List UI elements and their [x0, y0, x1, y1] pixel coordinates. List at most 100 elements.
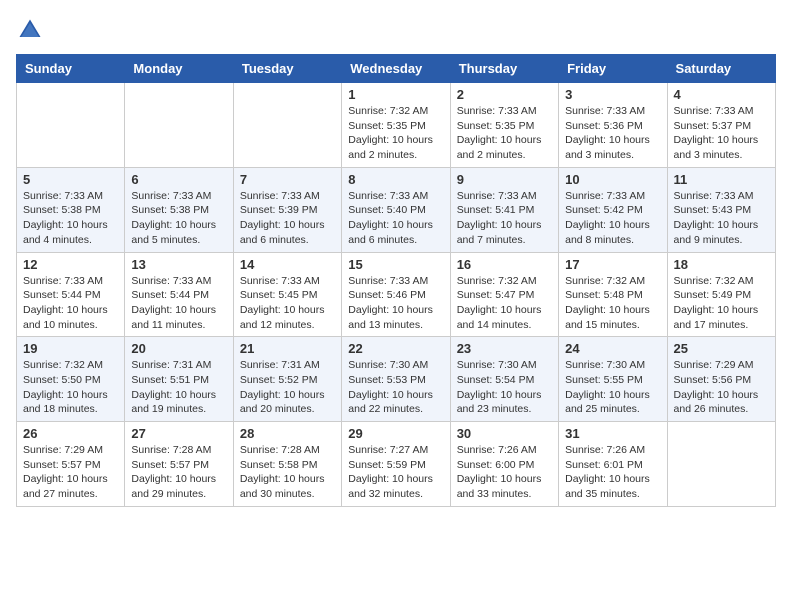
day-info: Sunrise: 7:26 AM Sunset: 6:01 PM Dayligh…	[565, 443, 660, 502]
day-info: Sunrise: 7:31 AM Sunset: 5:52 PM Dayligh…	[240, 358, 335, 417]
day-number: 9	[457, 172, 552, 187]
calendar-day-cell: 14 Sunrise: 7:33 AM Sunset: 5:45 PM Dayli…	[233, 252, 341, 337]
day-number: 1	[348, 87, 443, 102]
day-info: Sunrise: 7:28 AM Sunset: 5:58 PM Dayligh…	[240, 443, 335, 502]
day-info: Sunrise: 7:33 AM Sunset: 5:38 PM Dayligh…	[23, 189, 118, 248]
calendar-day-cell: 21 Sunrise: 7:31 AM Sunset: 5:52 PM Dayli…	[233, 337, 341, 422]
day-info: Sunrise: 7:31 AM Sunset: 5:51 PM Dayligh…	[131, 358, 226, 417]
calendar-day-cell	[667, 422, 775, 507]
day-number: 3	[565, 87, 660, 102]
calendar-day-cell: 30 Sunrise: 7:26 AM Sunset: 6:00 PM Dayli…	[450, 422, 558, 507]
calendar-table: SundayMondayTuesdayWednesdayThursdayFrid…	[16, 54, 776, 507]
calendar-day-cell: 28 Sunrise: 7:28 AM Sunset: 5:58 PM Dayli…	[233, 422, 341, 507]
calendar-day-cell: 5 Sunrise: 7:33 AM Sunset: 5:38 PM Daylig…	[17, 167, 125, 252]
day-number: 20	[131, 341, 226, 356]
day-number: 17	[565, 257, 660, 272]
day-info: Sunrise: 7:32 AM Sunset: 5:50 PM Dayligh…	[23, 358, 118, 417]
calendar-day-cell: 8 Sunrise: 7:33 AM Sunset: 5:40 PM Daylig…	[342, 167, 450, 252]
day-info: Sunrise: 7:33 AM Sunset: 5:39 PM Dayligh…	[240, 189, 335, 248]
day-number: 12	[23, 257, 118, 272]
day-number: 10	[565, 172, 660, 187]
calendar-day-cell: 27 Sunrise: 7:28 AM Sunset: 5:57 PM Dayli…	[125, 422, 233, 507]
calendar-week-row: 26 Sunrise: 7:29 AM Sunset: 5:57 PM Dayli…	[17, 422, 776, 507]
calendar-day-cell: 11Sunrise: 7:33 AM Sunset: 5:43 PM Dayli…	[667, 167, 775, 252]
day-number: 14	[240, 257, 335, 272]
day-number: 7	[240, 172, 335, 187]
calendar-day-cell: 25Sunrise: 7:29 AM Sunset: 5:56 PM Dayli…	[667, 337, 775, 422]
day-number: 24	[565, 341, 660, 356]
day-number: 26	[23, 426, 118, 441]
calendar-day-cell: 31 Sunrise: 7:26 AM Sunset: 6:01 PM Dayli…	[559, 422, 667, 507]
calendar-week-row: 19Sunrise: 7:32 AM Sunset: 5:50 PM Dayli…	[17, 337, 776, 422]
day-of-week-header: Monday	[125, 55, 233, 83]
calendar-day-cell: 20 Sunrise: 7:31 AM Sunset: 5:51 PM Dayli…	[125, 337, 233, 422]
day-info: Sunrise: 7:27 AM Sunset: 5:59 PM Dayligh…	[348, 443, 443, 502]
day-number: 21	[240, 341, 335, 356]
calendar-day-cell: 19Sunrise: 7:32 AM Sunset: 5:50 PM Dayli…	[17, 337, 125, 422]
day-info: Sunrise: 7:33 AM Sunset: 5:45 PM Dayligh…	[240, 274, 335, 333]
day-info: Sunrise: 7:29 AM Sunset: 5:56 PM Dayligh…	[674, 358, 769, 417]
day-number: 30	[457, 426, 552, 441]
calendar-header-row: SundayMondayTuesdayWednesdayThursdayFrid…	[17, 55, 776, 83]
day-info: Sunrise: 7:33 AM Sunset: 5:40 PM Dayligh…	[348, 189, 443, 248]
day-number: 31	[565, 426, 660, 441]
day-info: Sunrise: 7:33 AM Sunset: 5:44 PM Dayligh…	[23, 274, 118, 333]
day-of-week-header: Friday	[559, 55, 667, 83]
day-of-week-header: Sunday	[17, 55, 125, 83]
calendar-day-cell: 4 Sunrise: 7:33 AM Sunset: 5:37 PM Daylig…	[667, 83, 775, 168]
day-of-week-header: Wednesday	[342, 55, 450, 83]
calendar-day-cell: 18 Sunrise: 7:32 AM Sunset: 5:49 PM Dayli…	[667, 252, 775, 337]
day-number: 23	[457, 341, 552, 356]
page-header	[16, 16, 776, 44]
day-info: Sunrise: 7:30 AM Sunset: 5:54 PM Dayligh…	[457, 358, 552, 417]
day-number: 4	[674, 87, 769, 102]
calendar-day-cell: 2 Sunrise: 7:33 AM Sunset: 5:35 PM Daylig…	[450, 83, 558, 168]
day-info: Sunrise: 7:33 AM Sunset: 5:36 PM Dayligh…	[565, 104, 660, 163]
day-number: 27	[131, 426, 226, 441]
day-number: 5	[23, 172, 118, 187]
day-info: Sunrise: 7:33 AM Sunset: 5:46 PM Dayligh…	[348, 274, 443, 333]
day-info: Sunrise: 7:32 AM Sunset: 5:49 PM Dayligh…	[674, 274, 769, 333]
calendar-day-cell: 17Sunrise: 7:32 AM Sunset: 5:48 PM Dayli…	[559, 252, 667, 337]
day-info: Sunrise: 7:33 AM Sunset: 5:38 PM Dayligh…	[131, 189, 226, 248]
day-info: Sunrise: 7:33 AM Sunset: 5:44 PM Dayligh…	[131, 274, 226, 333]
calendar-day-cell: 10 Sunrise: 7:33 AM Sunset: 5:42 PM Dayli…	[559, 167, 667, 252]
calendar-day-cell	[17, 83, 125, 168]
day-info: Sunrise: 7:30 AM Sunset: 5:53 PM Dayligh…	[348, 358, 443, 417]
day-info: Sunrise: 7:32 AM Sunset: 5:35 PM Dayligh…	[348, 104, 443, 163]
day-info: Sunrise: 7:33 AM Sunset: 5:37 PM Dayligh…	[674, 104, 769, 163]
calendar-day-cell: 15Sunrise: 7:33 AM Sunset: 5:46 PM Dayli…	[342, 252, 450, 337]
calendar-day-cell: 13 Sunrise: 7:33 AM Sunset: 5:44 PM Dayli…	[125, 252, 233, 337]
calendar-day-cell: 3 Sunrise: 7:33 AM Sunset: 5:36 PM Daylig…	[559, 83, 667, 168]
calendar-day-cell: 24 Sunrise: 7:30 AM Sunset: 5:55 PM Dayli…	[559, 337, 667, 422]
day-number: 29	[348, 426, 443, 441]
day-number: 22	[348, 341, 443, 356]
day-info: Sunrise: 7:33 AM Sunset: 5:35 PM Dayligh…	[457, 104, 552, 163]
day-info: Sunrise: 7:33 AM Sunset: 5:43 PM Dayligh…	[674, 189, 769, 248]
day-info: Sunrise: 7:30 AM Sunset: 5:55 PM Dayligh…	[565, 358, 660, 417]
day-of-week-header: Tuesday	[233, 55, 341, 83]
day-of-week-header: Saturday	[667, 55, 775, 83]
day-number: 2	[457, 87, 552, 102]
calendar-day-cell: 22 Sunrise: 7:30 AM Sunset: 5:53 PM Dayli…	[342, 337, 450, 422]
calendar-day-cell: 7 Sunrise: 7:33 AM Sunset: 5:39 PM Daylig…	[233, 167, 341, 252]
day-number: 16	[457, 257, 552, 272]
calendar-day-cell: 16 Sunrise: 7:32 AM Sunset: 5:47 PM Dayli…	[450, 252, 558, 337]
day-number: 18	[674, 257, 769, 272]
day-info: Sunrise: 7:32 AM Sunset: 5:47 PM Dayligh…	[457, 274, 552, 333]
day-info: Sunrise: 7:28 AM Sunset: 5:57 PM Dayligh…	[131, 443, 226, 502]
calendar-day-cell	[125, 83, 233, 168]
logo	[16, 16, 48, 44]
calendar-day-cell	[233, 83, 341, 168]
day-info: Sunrise: 7:26 AM Sunset: 6:00 PM Dayligh…	[457, 443, 552, 502]
calendar-week-row: 12 Sunrise: 7:33 AM Sunset: 5:44 PM Dayli…	[17, 252, 776, 337]
calendar-week-row: 1 Sunrise: 7:32 AM Sunset: 5:35 PM Daylig…	[17, 83, 776, 168]
calendar-day-cell: 6Sunrise: 7:33 AM Sunset: 5:38 PM Daylig…	[125, 167, 233, 252]
day-info: Sunrise: 7:29 AM Sunset: 5:57 PM Dayligh…	[23, 443, 118, 502]
day-number: 8	[348, 172, 443, 187]
calendar-day-cell: 1 Sunrise: 7:32 AM Sunset: 5:35 PM Daylig…	[342, 83, 450, 168]
logo-icon	[16, 16, 44, 44]
day-number: 28	[240, 426, 335, 441]
day-number: 13	[131, 257, 226, 272]
day-info: Sunrise: 7:33 AM Sunset: 5:42 PM Dayligh…	[565, 189, 660, 248]
